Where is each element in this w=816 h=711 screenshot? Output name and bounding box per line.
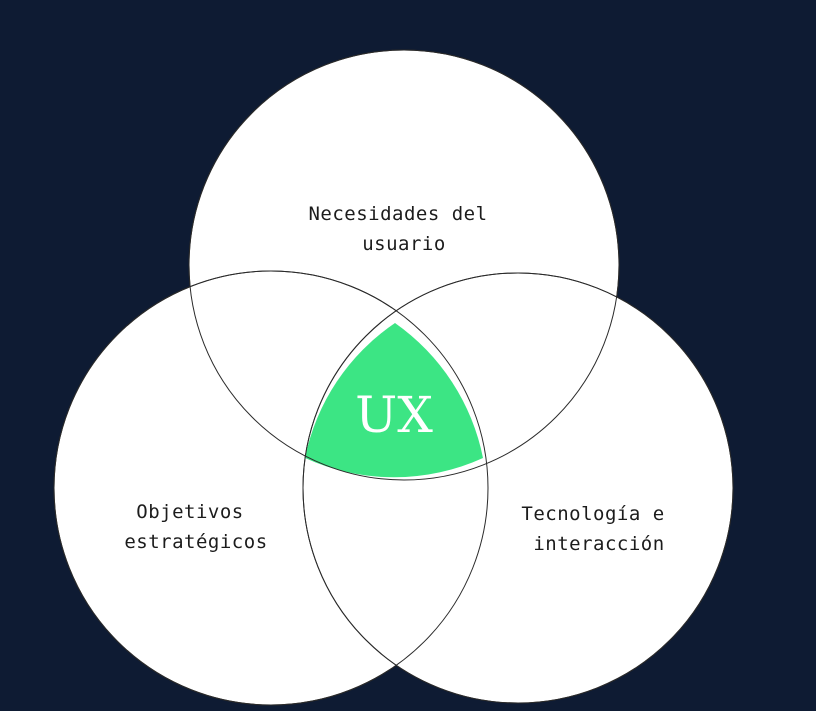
venn-diagram: Necesidades del usuario Objetivos estrat… xyxy=(53,49,734,706)
label-technology-interaction-line-2: interacción xyxy=(533,533,664,555)
circle-technology-interaction xyxy=(302,272,734,704)
label-strategic-goals-line-1: Objetivos xyxy=(136,501,243,523)
label-strategic-goals-line-2: estratégicos xyxy=(124,531,267,553)
ux-label: UX xyxy=(355,386,433,444)
label-user-needs-line-1: Necesidades del xyxy=(308,203,487,225)
label-technology-interaction-line-1: Tecnología e xyxy=(521,503,664,525)
label-user-needs-line-2: usuario xyxy=(362,233,446,255)
